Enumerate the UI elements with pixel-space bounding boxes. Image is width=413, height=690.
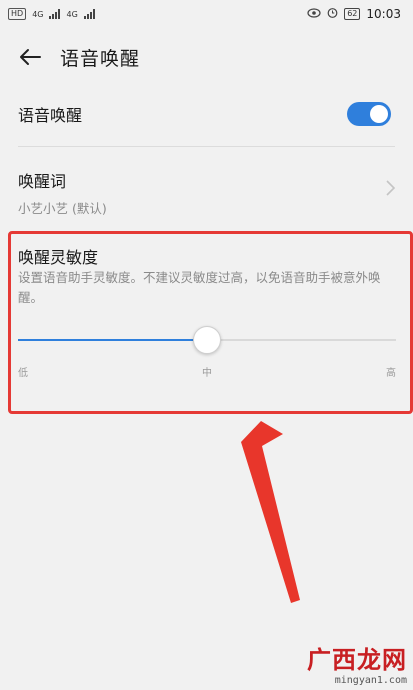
watermark: 广西龙网 mingyan1.com	[307, 640, 407, 686]
watermark-text: 广西龙网	[307, 646, 407, 674]
watermark-url: mingyan1.com	[334, 675, 407, 686]
red-arrow-icon	[241, 421, 300, 603]
